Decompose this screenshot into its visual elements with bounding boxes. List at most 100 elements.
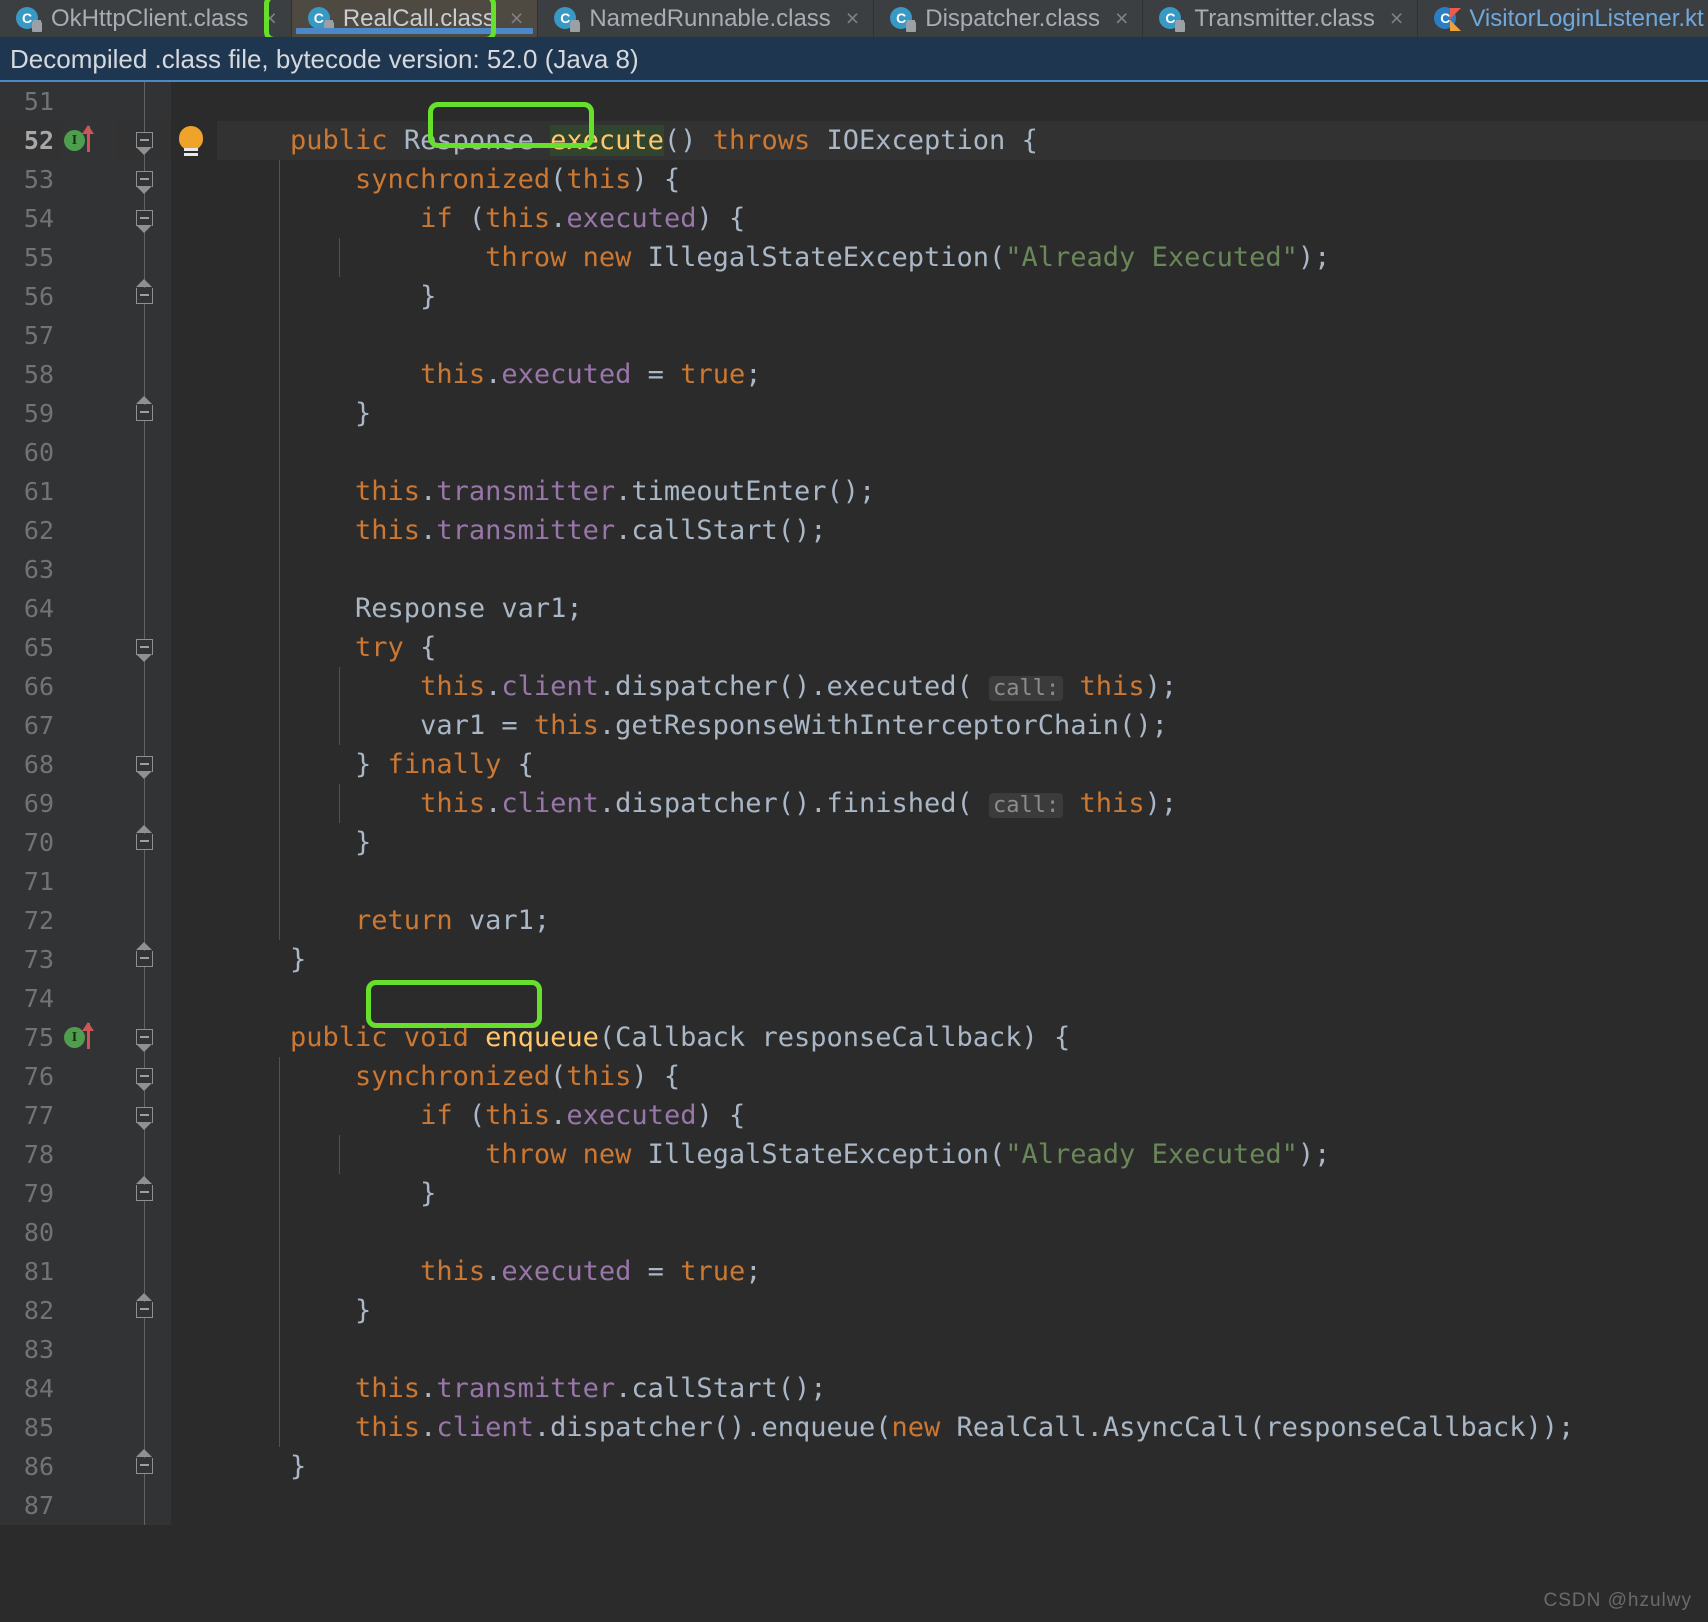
fold-column[interactable] — [117, 667, 171, 706]
gutter-marks[interactable]: I — [62, 1018, 117, 1057]
override-up-arrow-icon[interactable] — [82, 125, 94, 152]
fold-column[interactable] — [117, 199, 171, 238]
editor-line: 80 — [0, 1213, 1708, 1252]
close-icon[interactable]: × — [846, 5, 859, 32]
line-number: 74 — [0, 979, 62, 1018]
line-number: 63 — [0, 550, 62, 589]
fold-column[interactable] — [117, 1330, 171, 1369]
intention-slot — [171, 1447, 217, 1486]
fold-column[interactable] — [117, 706, 171, 745]
fold-column[interactable] — [117, 979, 171, 1018]
editor-line: 71 — [0, 862, 1708, 901]
tab-okhttpclient[interactable]: C OkHttpClient.class × — [0, 0, 292, 37]
line-number: 57 — [0, 316, 62, 355]
code-editor[interactable]: 51 52 I public Response execute() throws… — [0, 82, 1708, 1620]
code-text: return var1; — [217, 901, 1708, 940]
tab-realcall[interactable]: C RealCall.class × — [291, 0, 539, 37]
fold-column[interactable] — [117, 1252, 171, 1291]
fold-column[interactable] — [117, 1291, 171, 1330]
parameter-hint: call: — [989, 676, 1064, 701]
code-text: } — [225, 1451, 307, 1482]
gutter-marks — [62, 1096, 117, 1135]
fold-column[interactable] — [117, 1018, 171, 1057]
gutter-marks — [62, 706, 117, 745]
fold-column[interactable] — [117, 1408, 171, 1447]
override-up-arrow-icon[interactable] — [82, 1022, 94, 1049]
gutter-marks — [62, 1330, 117, 1369]
fold-column[interactable] — [117, 550, 171, 589]
fold-column[interactable] — [117, 784, 171, 823]
fold-column[interactable] — [117, 1057, 171, 1096]
intention-bulb-icon[interactable] — [171, 121, 217, 160]
code-text: this.client.dispatcher().executed( call:… — [217, 667, 1708, 706]
fold-column[interactable] — [117, 355, 171, 394]
editor-line: 63 — [0, 550, 1708, 589]
editor-tab-bar: C OkHttpClient.class × C RealCall.class … — [0, 0, 1708, 38]
fold-column[interactable] — [117, 862, 171, 901]
editor-line: 79 } — [0, 1174, 1708, 1213]
intention-slot — [171, 511, 217, 550]
fold-column[interactable] — [117, 394, 171, 433]
intention-slot — [171, 979, 217, 1018]
editor-line: 69 this.client.dispatcher().finished( ca… — [0, 784, 1708, 823]
intention-slot — [171, 82, 217, 121]
fold-column[interactable] — [117, 940, 171, 979]
intention-slot — [171, 433, 217, 472]
close-icon[interactable]: × — [1115, 5, 1128, 32]
fold-column[interactable] — [117, 511, 171, 550]
close-icon[interactable]: × — [510, 5, 523, 32]
fold-column[interactable] — [117, 277, 171, 316]
fold-column[interactable] — [117, 1135, 171, 1174]
editor-line: 82 } — [0, 1291, 1708, 1330]
fold-column[interactable] — [117, 1174, 171, 1213]
fold-column[interactable] — [117, 121, 171, 160]
tab-visitorloginlistener[interactable]: C VisitorLoginListener.kt × — [1418, 0, 1708, 37]
line-number: 79 — [0, 1174, 62, 1213]
tab-namedrunnable[interactable]: C NamedRunnable.class × — [538, 0, 875, 37]
fold-column[interactable] — [117, 1213, 171, 1252]
fold-column[interactable] — [117, 472, 171, 511]
gutter-marks — [62, 1408, 117, 1447]
intention-slot — [171, 394, 217, 433]
line-number: 52 — [0, 121, 62, 160]
fold-column[interactable] — [117, 1096, 171, 1135]
intention-slot — [171, 901, 217, 940]
line-number: 73 — [0, 940, 62, 979]
editor-line: 76 synchronized(this) { — [0, 1057, 1708, 1096]
java-class-icon: C — [16, 6, 42, 32]
fold-column[interactable] — [117, 433, 171, 472]
tab-transmitter[interactable]: C Transmitter.class × — [1143, 0, 1419, 37]
gutter-marks[interactable]: I — [62, 121, 117, 160]
java-class-icon: C — [1159, 6, 1186, 32]
code-text: } — [217, 394, 1708, 433]
line-number: 66 — [0, 667, 62, 706]
line-number: 87 — [0, 1486, 62, 1525]
fold-column[interactable] — [117, 1447, 171, 1486]
fold-column[interactable] — [117, 82, 171, 121]
code-text: } — [217, 277, 1708, 316]
fold-column[interactable] — [117, 1369, 171, 1408]
line-number: 77 — [0, 1096, 62, 1135]
fold-column[interactable] — [117, 1486, 171, 1525]
line-number: 65 — [0, 628, 62, 667]
fold-column[interactable] — [117, 901, 171, 940]
fold-column[interactable] — [117, 160, 171, 199]
gutter-marks — [62, 394, 117, 433]
close-icon[interactable]: × — [263, 5, 276, 32]
fold-column[interactable] — [117, 745, 171, 784]
intention-slot — [171, 472, 217, 511]
fold-column[interactable] — [117, 628, 171, 667]
fold-column[interactable] — [117, 238, 171, 277]
line-number: 72 — [0, 901, 62, 940]
editor-line: 66 this.client.dispatcher().executed( ca… — [0, 667, 1708, 706]
close-icon[interactable]: × — [1390, 5, 1403, 32]
intention-slot — [171, 1408, 217, 1447]
tab-label: RealCall.class — [342, 4, 495, 32]
gutter-marks — [62, 82, 117, 121]
fold-column[interactable] — [117, 589, 171, 628]
tab-label: VisitorLoginListener.kt — [1469, 4, 1704, 32]
fold-column[interactable] — [117, 316, 171, 355]
tab-dispatcher[interactable]: C Dispatcher.class × — [874, 0, 1144, 37]
fold-column[interactable] — [117, 823, 171, 862]
line-number: 54 — [0, 199, 62, 238]
